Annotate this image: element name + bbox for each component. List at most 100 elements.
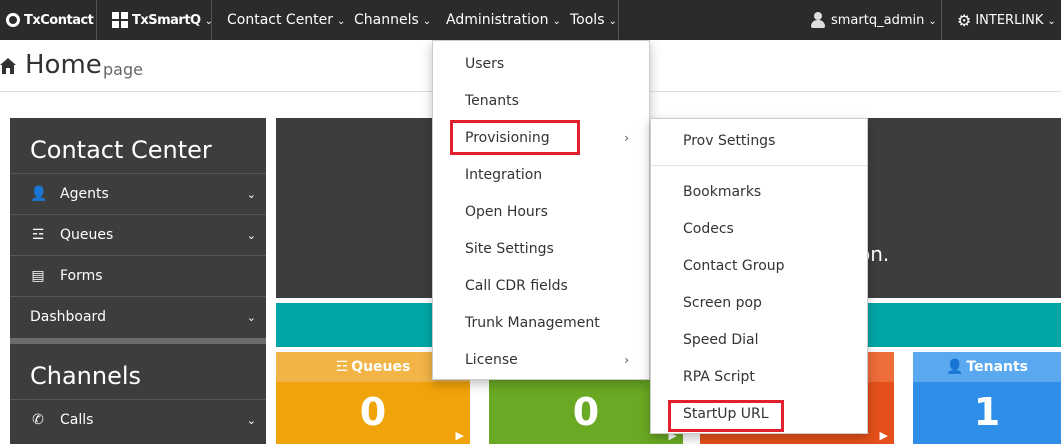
menu-item-label: Trunk Management <box>465 314 600 331</box>
nav-administration-label: Administration <box>446 12 549 28</box>
gear-icon: ⚙ <box>957 10 972 30</box>
nav-separator <box>941 0 942 40</box>
user-icon: 👤 <box>30 185 48 202</box>
tile-header: 👤 Tenants <box>913 352 1061 382</box>
play-icon: ▶ <box>879 429 888 442</box>
database-icon: ☲ <box>335 359 349 375</box>
nav-separator <box>96 0 97 40</box>
sidebar-item-label: Agents <box>60 185 109 202</box>
clipboard-icon: ▤ <box>31 267 45 284</box>
tile-value: 0 <box>359 390 387 434</box>
menu-item-label: Prov Settings <box>683 132 776 149</box>
menu-item-open-hours[interactable]: Open Hours <box>465 193 548 230</box>
tenant-menu[interactable]: ⚙ INTERLINK ⌄ <box>957 0 1056 40</box>
sidebar-item-calls[interactable]: ✆ Calls ⌄ <box>10 399 266 439</box>
globe-icon <box>6 13 20 27</box>
menu-item-label: License <box>465 351 518 368</box>
chevron-down-icon: ⌄ <box>608 15 617 27</box>
highlight-box-startup-url <box>668 400 784 432</box>
menu-item-contact-group[interactable]: Contact Group <box>683 247 785 284</box>
menu-item-license[interactable]: License › <box>433 341 649 378</box>
tile-tenants[interactable]: 👤 Tenants 1 <box>913 352 1061 444</box>
sidebar-divider <box>10 338 266 344</box>
phone-icon: ✆ <box>32 411 44 428</box>
sidebar-heading-contact-center: Contact Center <box>30 136 212 164</box>
sidebar-item-label: Forms <box>60 267 103 284</box>
smartq-label: TxSmartQ <box>132 12 201 28</box>
home-icon <box>0 58 16 74</box>
sidebar-item-agents[interactable]: 👤 Agents ⌄ <box>10 173 266 213</box>
menu-item-codecs[interactable]: Codecs <box>683 210 734 247</box>
menu-item-label: Screen pop <box>683 294 762 311</box>
smartq-menu[interactable]: TxSmartQ ⌄ <box>112 0 213 40</box>
menu-item-rpa-script[interactable]: RPA Script <box>683 358 755 395</box>
nav-tools[interactable]: Tools ⌄ <box>570 0 617 40</box>
nav-channels-label: Channels <box>354 12 419 28</box>
nav-channels[interactable]: Channels ⌄ <box>354 0 431 40</box>
chevron-down-icon: ⌄ <box>246 311 256 324</box>
menu-item-bookmarks[interactable]: Bookmarks <box>683 173 761 210</box>
menu-item-label: Tenants <box>465 92 519 109</box>
page-subtitle: page <box>103 60 143 79</box>
brand-logo[interactable]: TxContact <box>6 0 94 40</box>
administration-dropdown: Users Tenants Provisioning › Integration… <box>432 40 650 380</box>
brand-label: TxContact <box>24 12 94 28</box>
highlight-box-provisioning <box>450 120 580 155</box>
menu-item-screen-pop[interactable]: Screen pop <box>683 284 762 321</box>
chevron-down-icon: ⌄ <box>246 414 256 427</box>
chevron-down-icon: ⌄ <box>928 15 937 27</box>
menu-item-integration[interactable]: Integration <box>465 156 542 193</box>
user-name: smartq_admin <box>831 12 925 28</box>
sidebar: Contact Center 👤 Agents ⌄ ☲ Queues ⌄ ▤ F… <box>10 118 266 444</box>
tenant-name: INTERLINK <box>975 12 1044 28</box>
nav-administration[interactable]: Administration ⌄ <box>446 0 561 40</box>
menu-divider <box>651 165 867 166</box>
tile-value: 1 <box>973 390 1001 434</box>
menu-item-trunk-management[interactable]: Trunk Management <box>465 304 600 341</box>
menu-item-label: Open Hours <box>465 203 548 220</box>
menu-item-label: Integration <box>465 166 543 183</box>
chevron-down-icon: ⌄ <box>246 188 256 201</box>
nav-contact-center-label: Contact Center <box>227 12 334 28</box>
chevron-down-icon: ⌄ <box>1047 15 1056 27</box>
tile-label: Tenants <box>966 359 1029 375</box>
nav-contact-center[interactable]: Contact Center ⌄ <box>227 0 345 40</box>
sidebar-item-dashboard[interactable]: Dashboard ⌄ <box>10 296 266 336</box>
user-icon <box>811 12 825 28</box>
menu-item-label: Speed Dial <box>683 331 759 348</box>
nav-tools-label: Tools <box>570 12 605 28</box>
nav-separator <box>618 0 619 40</box>
menu-item-label: Codecs <box>683 220 734 237</box>
menu-item-site-settings[interactable]: Site Settings <box>465 230 554 267</box>
menu-item-label: Contact Group <box>683 257 785 274</box>
sidebar-heading-channels: Channels <box>30 362 142 390</box>
database-icon: ☲ <box>31 226 45 243</box>
menu-item-users[interactable]: Users <box>465 45 504 82</box>
grid-icon <box>112 12 128 28</box>
menu-item-tenants[interactable]: Tenants <box>465 82 519 119</box>
chevron-right-icon: › <box>624 130 629 145</box>
menu-item-label: Call CDR fields <box>465 277 568 294</box>
user-icon: 👤 <box>945 359 964 375</box>
provisioning-submenu: Prov Settings Bookmarks Codecs Contact G… <box>650 118 868 434</box>
menu-item-call-cdr-fields[interactable]: Call CDR fields <box>465 267 568 304</box>
menu-item-label: RPA Script <box>683 368 755 385</box>
menu-item-label: Site Settings <box>465 240 554 257</box>
sidebar-item-forms[interactable]: ▤ Forms <box>10 255 266 295</box>
chevron-down-icon: ⌄ <box>422 15 432 27</box>
top-navbar: TxContact TxSmartQ ⌄ Contact Center ⌄ Ch… <box>0 0 1061 40</box>
sidebar-item-label: Queues <box>60 226 114 243</box>
sidebar-item-label: Calls <box>60 411 94 428</box>
menu-item-prov-settings[interactable]: Prov Settings <box>683 122 775 159</box>
chevron-down-icon: ⌄ <box>337 15 346 27</box>
user-menu[interactable]: smartq_admin ⌄ <box>811 0 937 40</box>
menu-item-label: Users <box>465 55 505 72</box>
sidebar-item-queues[interactable]: ☲ Queues ⌄ <box>10 214 266 254</box>
play-icon: ▶ <box>455 429 464 442</box>
nav-separator <box>211 0 212 40</box>
menu-item-speed-dial[interactable]: Speed Dial <box>683 321 758 358</box>
chevron-right-icon: › <box>624 352 629 367</box>
sidebar-item-label: Dashboard <box>30 308 106 325</box>
menu-item-label: Bookmarks <box>683 183 762 200</box>
chevron-down-icon: ⌄ <box>246 229 256 242</box>
